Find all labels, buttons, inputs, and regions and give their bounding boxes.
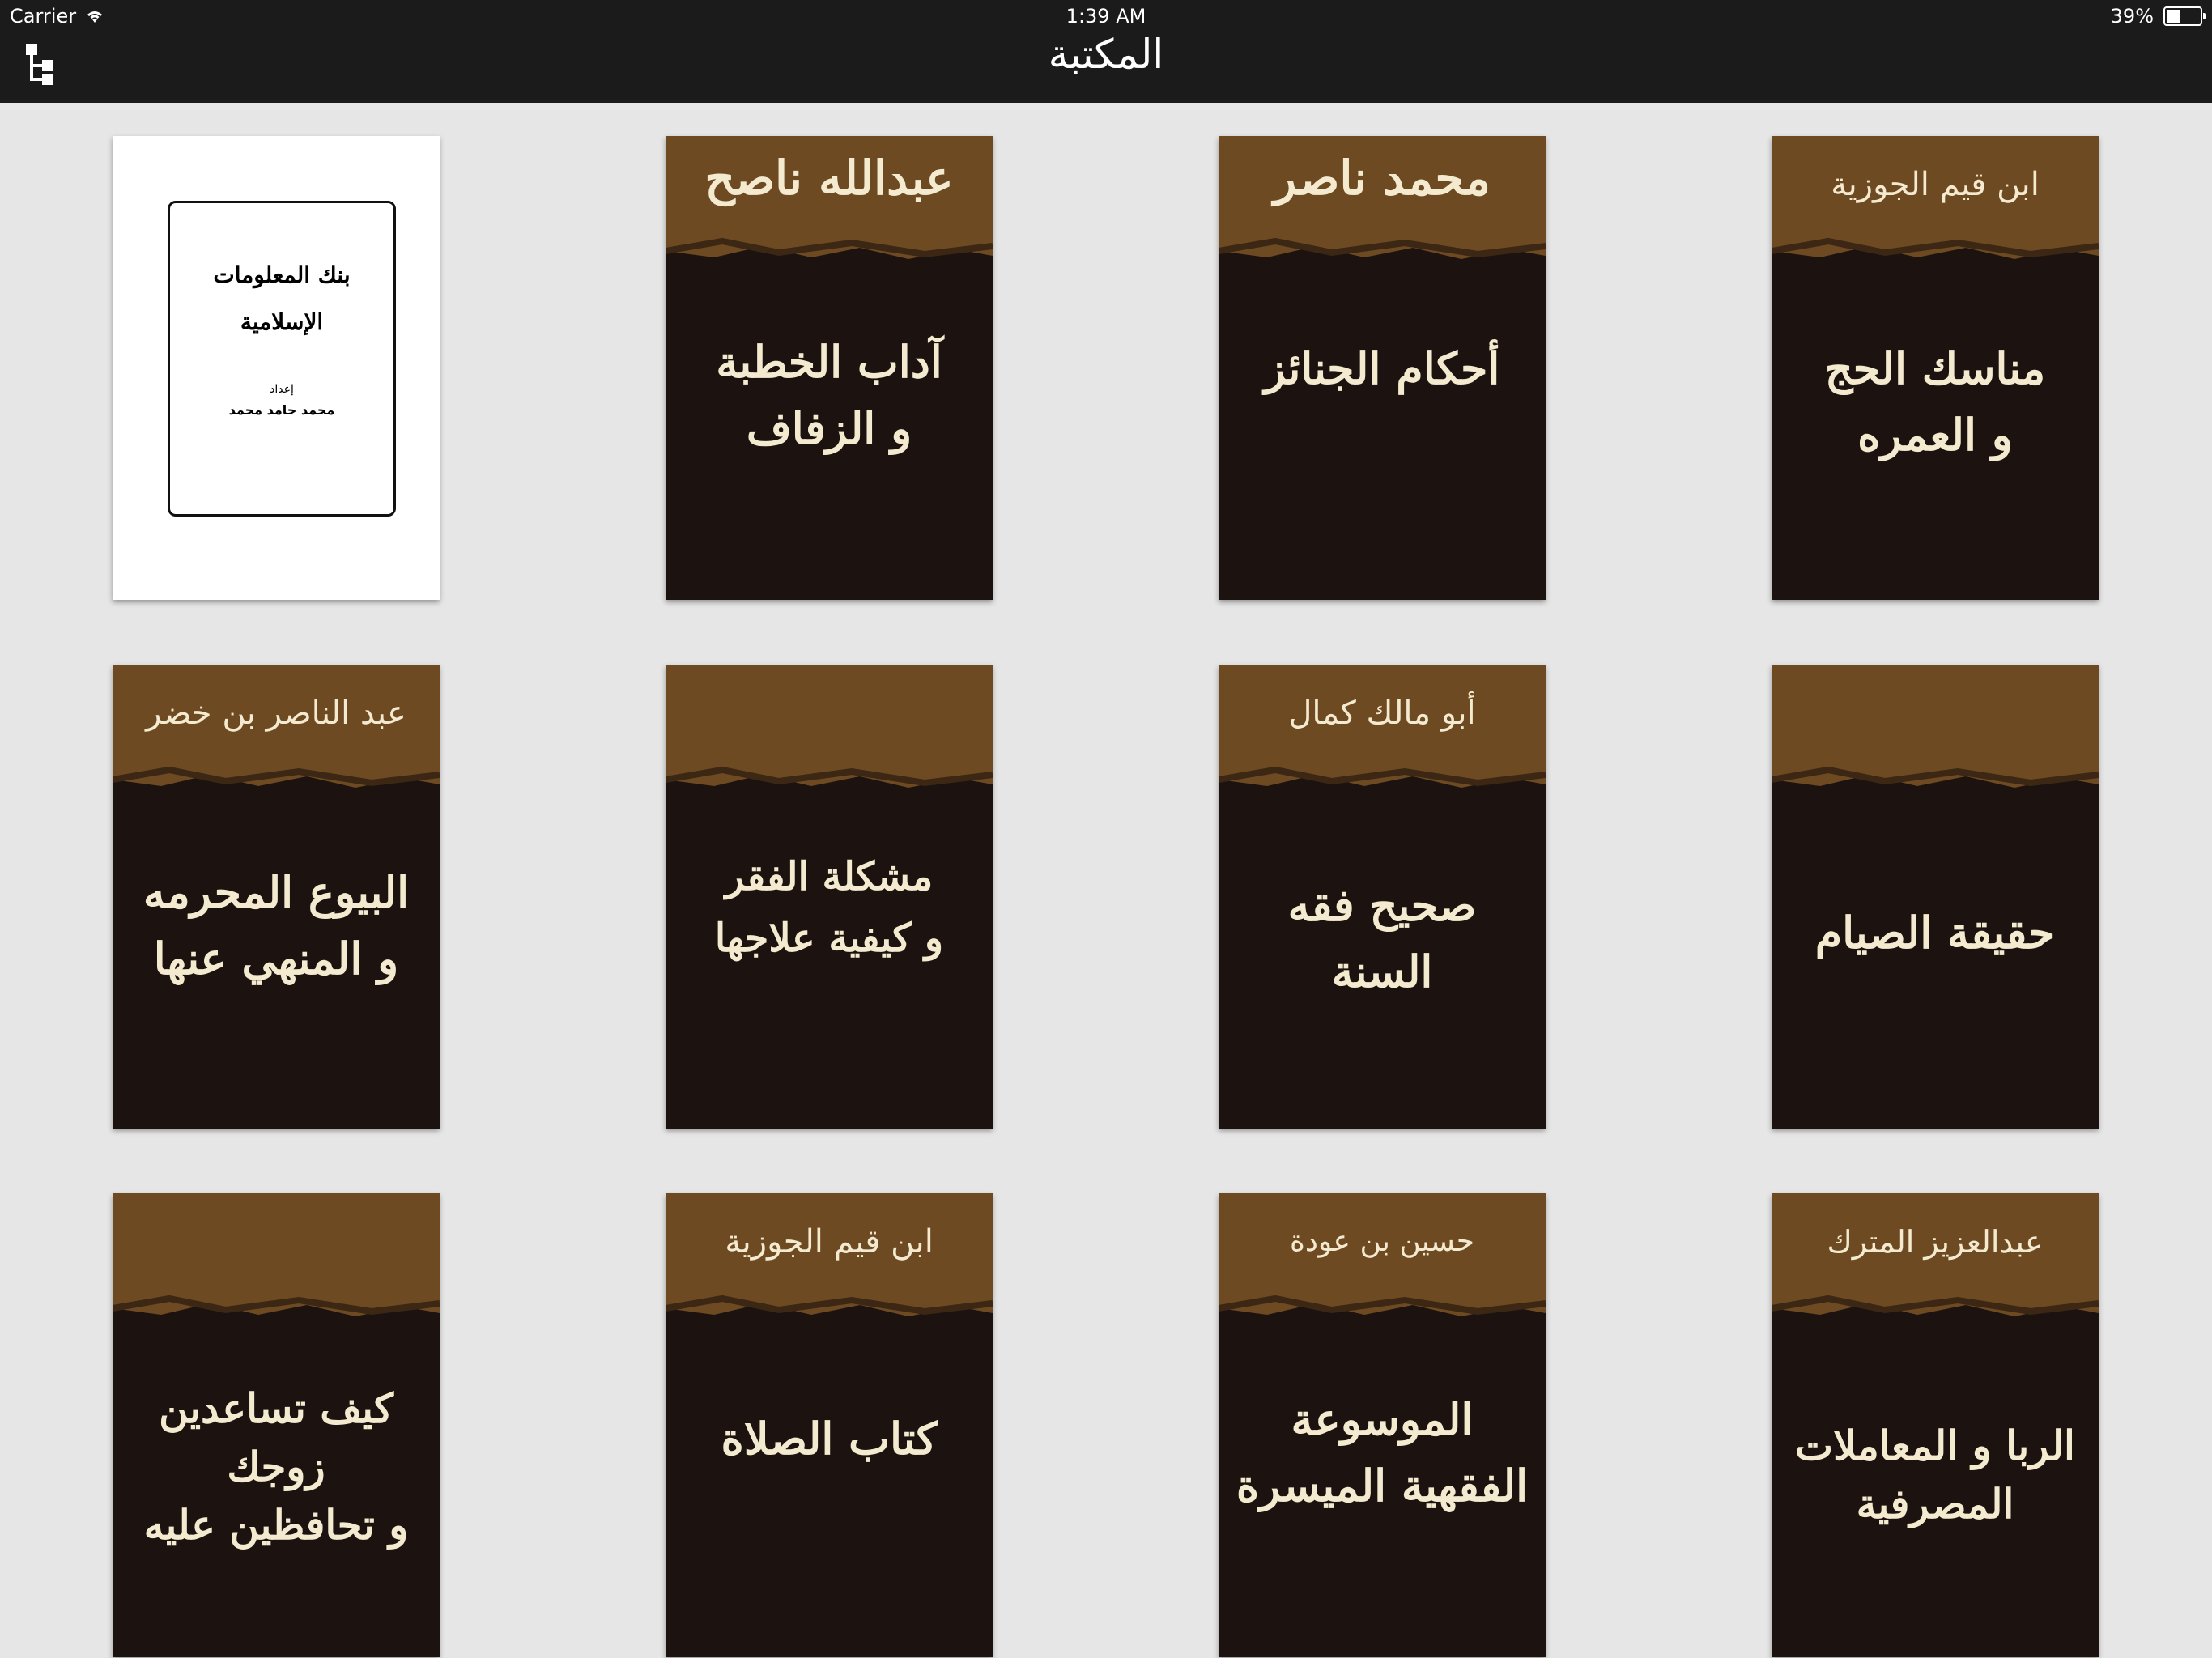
book-author: محمد ناصر <box>1274 151 1491 206</box>
library-grid: بنك المعلومات الإسلامية إعداد محمد حامد … <box>0 103 2212 1658</box>
title-line: و الزفاف <box>746 402 912 454</box>
book-cover[interactable]: ابن قيم الجوزية كتاب الصلاة <box>666 1193 993 1657</box>
book-author: أبو مالك كمال <box>1288 695 1476 732</box>
book-title: الموسوعة الفقهية الميسرة <box>1227 1386 1538 1519</box>
book-cover[interactable]: حقيقة الصيام <box>1772 665 2099 1129</box>
title-line: و العمره <box>1857 409 2013 461</box>
title-line: السنة <box>1331 946 1433 997</box>
battery-icon <box>2163 6 2206 26</box>
title-line: مشكلة الفقر <box>725 854 934 899</box>
book-cover[interactable]: عبدالله ناصح آداب الخطبة و الزفاف <box>666 136 993 600</box>
book-cover[interactable]: بنك المعلومات الإسلامية إعداد محمد حامد … <box>113 136 440 600</box>
book-title: صحيح فقه السنة <box>1227 872 1538 1005</box>
book-cover[interactable]: عبدالعزيز المترك الربا و المعاملات المصر… <box>1772 1193 2099 1657</box>
book-title: مناسك الحج و العمره <box>1780 335 2091 468</box>
battery-percent: 39% <box>2110 5 2154 28</box>
battery-level <box>2167 10 2180 23</box>
book-author: عبد الناصر بن خضر <box>146 695 406 732</box>
book-cover[interactable]: محمد ناصر أحكام الجنائز <box>1219 136 1546 600</box>
title-line: كيف تساعدين <box>159 1384 393 1432</box>
title-line: صحيح فقه <box>1287 879 1477 931</box>
title-line: كتاب الصلاة <box>721 1413 938 1465</box>
cover-band-decoration <box>1772 665 2099 788</box>
book-title: حقيقة الصيام <box>1780 899 2091 966</box>
book-cover[interactable]: مشكلة الفقر و كيفية علاجها <box>666 665 993 1129</box>
title-line: الربا و المعاملات <box>1795 1422 2075 1469</box>
title-line: المصرفية <box>1856 1480 2014 1528</box>
book-cover[interactable]: عبد الناصر بن خضر البيوع المحرمه و المنه… <box>113 665 440 1129</box>
cover-band-decoration <box>666 665 993 788</box>
book-author: ابن قيم الجوزية <box>725 1223 934 1261</box>
title-line: و تحافظين عليه <box>143 1501 409 1549</box>
prepared-by: محمد حامد محمد <box>228 402 335 418</box>
status-time: 1:39 AM <box>1066 5 1146 28</box>
title-line: الفقهية الميسرة <box>1236 1460 1529 1511</box>
book-title: كيف تساعدين زوجك و تحافظين عليه <box>121 1380 432 1554</box>
status-battery-group: 39% <box>2110 5 2206 28</box>
book-author: ابن قيم الجوزية <box>1831 166 2040 203</box>
book-author: حسين بن عودة <box>1290 1225 1474 1258</box>
book-cover[interactable]: أبو مالك كمال صحيح فقه السنة <box>1219 665 1546 1129</box>
book-author: عبدالعزيز المترك <box>1827 1224 2044 1260</box>
book-title: كتاب الصلاة <box>674 1405 985 1472</box>
title-line: أحكام الجنائز <box>1264 342 1500 394</box>
book-cover[interactable]: حسين بن عودة الموسوعة الفقهية الميسرة <box>1219 1193 1546 1657</box>
title-line: و كيفية علاجها <box>714 916 944 961</box>
navigation-bar: Carrier 1:39 AM 39% المكتبة <box>0 0 2212 103</box>
title-line: حقيقة الصيام <box>1814 907 2056 959</box>
cover-band-decoration <box>113 1193 440 1316</box>
book-title: البيوع المحرمه و المنهي عنها <box>121 859 432 992</box>
title-line: الموسوعة <box>1291 1393 1474 1445</box>
book-cover[interactable]: ابن قيم الجوزية مناسك الحج و العمره <box>1772 136 2099 600</box>
book-title: أحكام الجنائز <box>1227 335 1538 402</box>
book-title: الربا و المعاملات المصرفية <box>1780 1417 2091 1533</box>
book-title: بنك المعلومات الإسلامية <box>213 261 351 335</box>
prepared-label: إعداد <box>270 383 294 396</box>
book-title: آداب الخطبة و الزفاف <box>674 329 985 461</box>
title-line: و المنهي عنها <box>153 933 399 984</box>
title-line: زوجك <box>227 1443 325 1490</box>
cover-frame: بنك المعلومات الإسلامية إعداد محمد حامد … <box>168 201 396 517</box>
book-title: مشكلة الفقر و كيفية علاجها <box>674 846 985 969</box>
title-line: آداب الخطبة <box>716 336 942 388</box>
book-cover[interactable]: كيف تساعدين زوجك و تحافظين عليه <box>113 1193 440 1657</box>
title-line: البيوع المحرمه <box>143 866 410 918</box>
page-title: المكتبة <box>1048 31 1164 78</box>
title-line: مناسك الحج <box>1824 342 2046 394</box>
book-author: عبدالله ناصح <box>704 151 954 206</box>
